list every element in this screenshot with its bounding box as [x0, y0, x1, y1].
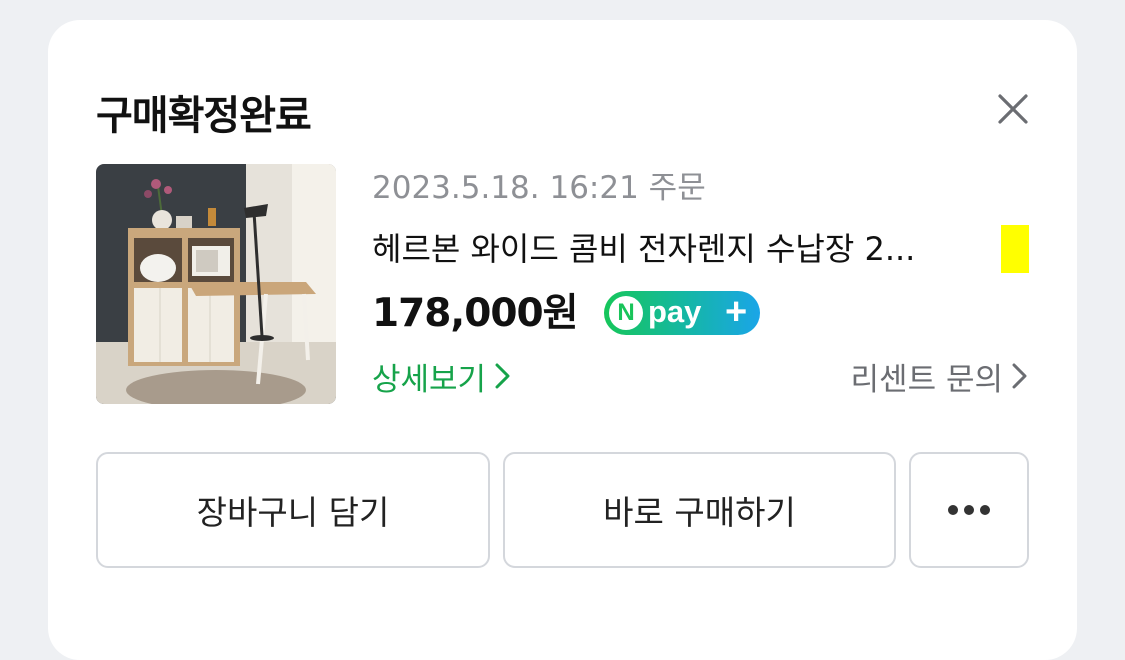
npay-n-icon: N: [609, 296, 643, 330]
purchase-confirmed-card: 구매확정완료 2023.5.18. 16:21 주문 헤르본 와이드 콤비 전자…: [48, 20, 1077, 660]
seller-inquiry-link[interactable]: 리센트 문의: [851, 354, 1029, 398]
buy-now-button[interactable]: 바로 구매하기: [503, 452, 896, 568]
buy-now-label: 바로 구매하기: [603, 493, 796, 532]
product-price: 178,000원: [372, 291, 579, 336]
more-icon: [948, 505, 990, 515]
product-thumbnail[interactable]: [96, 164, 336, 404]
seller-inquiry-label: 리센트 문의: [850, 361, 1003, 398]
close-button[interactable]: [988, 84, 1038, 134]
chevron-right-icon: [495, 363, 510, 389]
npay-plus-badge: N pay +: [604, 291, 760, 335]
detail-view-link[interactable]: 상세보기: [372, 354, 512, 398]
add-to-cart-label: 장바구니 담기: [196, 493, 390, 532]
dialog-title: 구매확정완료: [96, 93, 312, 139]
product-image: [96, 164, 336, 404]
close-icon: [998, 94, 1028, 124]
order-date: 2023.5.18. 16:21 주문: [372, 170, 706, 206]
product-name[interactable]: 헤르본 와이드 콤비 전자렌지 수납장 2...: [372, 226, 1002, 272]
more-options-button[interactable]: [909, 452, 1029, 568]
npay-plus-icon: +: [725, 291, 748, 333]
highlight-mark: [1001, 225, 1029, 273]
chevron-right-icon: [1012, 363, 1027, 389]
add-to-cart-button[interactable]: 장바구니 담기: [96, 452, 490, 568]
npay-label: pay: [648, 294, 702, 329]
detail-view-label: 상세보기: [372, 361, 487, 398]
